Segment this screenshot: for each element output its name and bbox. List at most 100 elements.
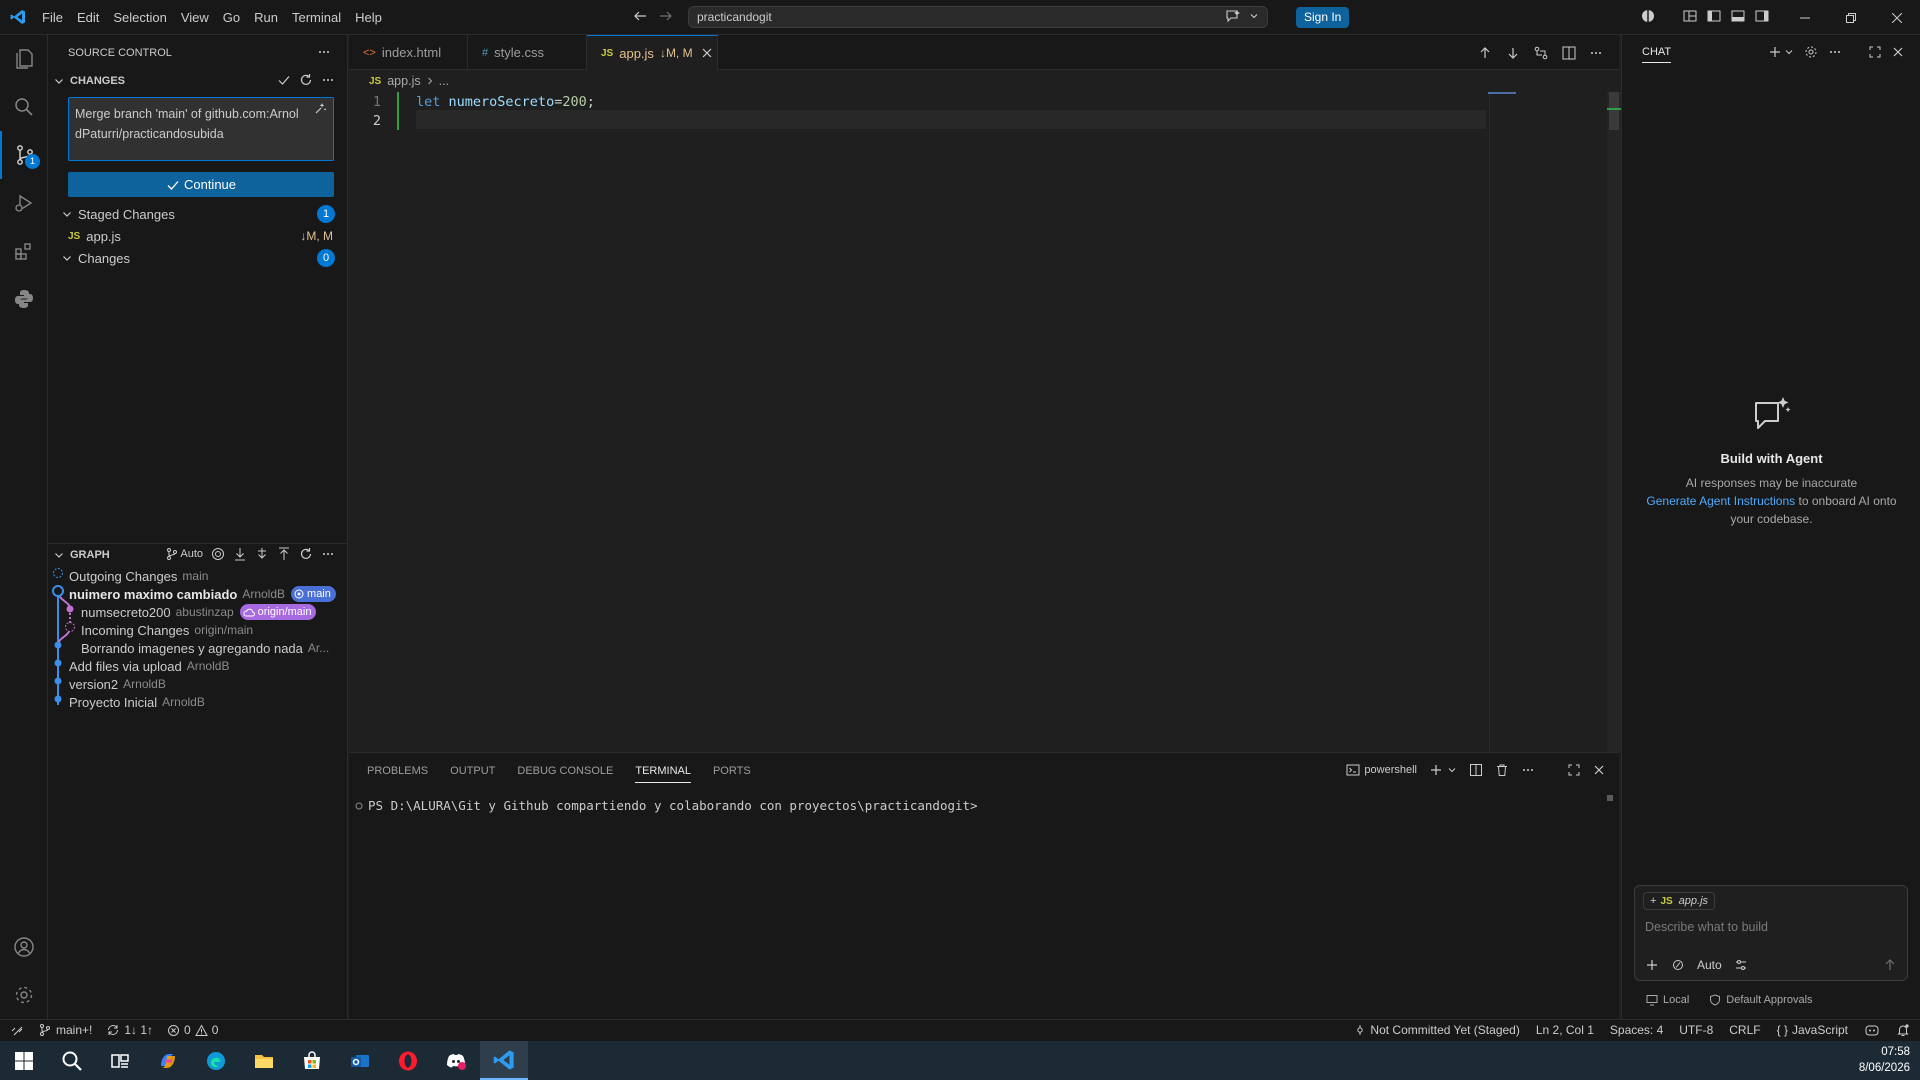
scrollbar-thumb[interactable] — [1609, 92, 1619, 130]
menu-view[interactable]: View — [174, 0, 216, 35]
sync-indicator[interactable]: 1↓ 1↑ — [106, 1023, 153, 1037]
restore-icon[interactable] — [1828, 0, 1874, 35]
copilot-app-icon[interactable] — [144, 1041, 192, 1080]
code-line[interactable]: 1 let numeroSecreto=200; — [349, 92, 1489, 111]
terminal-output[interactable]: PS D:\ALURA\Git y Github compartiendo y … — [355, 798, 978, 813]
menu-run[interactable]: Run — [247, 0, 285, 35]
fetch-icon[interactable] — [233, 547, 247, 561]
approvals-selector[interactable]: Default Approvals — [1709, 994, 1813, 1006]
vscode-taskbar-icon[interactable] — [480, 1041, 528, 1080]
copilot-status-icon[interactable] — [1864, 1023, 1880, 1037]
graph-branch-filter[interactable]: Auto — [166, 547, 203, 561]
menu-selection[interactable]: Selection — [106, 0, 173, 35]
python-icon[interactable] — [0, 275, 48, 323]
notifications-bell-icon[interactable] — [1896, 1023, 1910, 1037]
editor-scrollbar[interactable] — [1607, 92, 1621, 752]
refresh-icon[interactable] — [299, 547, 313, 561]
maximize-panel-icon[interactable] — [1567, 763, 1581, 777]
code-line[interactable]: 2 — [349, 111, 1489, 130]
chat-toggle-icon[interactable] — [1225, 9, 1241, 23]
forward-arrow-icon[interactable] — [658, 8, 674, 24]
toggle-primary-sidebar-icon[interactable] — [1706, 8, 1722, 24]
copilot-icon[interactable] — [1640, 8, 1656, 24]
chevron-down-icon[interactable] — [1784, 45, 1794, 59]
edge-browser-icon[interactable] — [192, 1041, 240, 1080]
tab-app-js[interactable]: JS app.js ↓M, M — [587, 35, 718, 70]
changes-section-header[interactable]: CHANGES — [48, 70, 347, 92]
commit-check-icon[interactable] — [277, 73, 291, 87]
minimize-icon[interactable] — [1782, 0, 1828, 35]
more-actions-icon[interactable] — [1521, 763, 1535, 777]
opera-browser-icon[interactable] — [384, 1041, 432, 1080]
more-actions-icon[interactable] — [321, 73, 335, 87]
more-actions-icon[interactable] — [317, 45, 331, 59]
tab-problems[interactable]: PROBLEMS — [367, 765, 428, 777]
sign-in-button[interactable]: Sign In — [1296, 7, 1350, 28]
chevron-down-icon[interactable] — [1249, 11, 1259, 21]
mode-selector[interactable]: Auto — [1697, 958, 1722, 972]
push-icon[interactable] — [277, 547, 291, 561]
previous-change-icon[interactable] — [1477, 45, 1493, 61]
task-view-icon[interactable] — [96, 1041, 144, 1080]
split-editor-icon[interactable] — [1561, 45, 1577, 61]
settings-gear-icon[interactable] — [0, 971, 48, 1019]
outlook-icon[interactable] — [336, 1041, 384, 1080]
chat-title[interactable]: CHAT — [1642, 46, 1672, 63]
account-icon[interactable] — [0, 923, 48, 971]
microsoft-store-icon[interactable] — [288, 1041, 336, 1080]
code-editor[interactable]: 1 let numeroSecreto=200; 2 — [349, 92, 1619, 752]
toggle-secondary-sidebar-icon[interactable] — [1754, 8, 1770, 24]
generate-commit-sparkle-icon[interactable] — [313, 102, 327, 116]
extensions-icon[interactable] — [0, 227, 48, 275]
more-actions-icon[interactable] — [1589, 45, 1603, 61]
tab-debug-console[interactable]: DEBUG CONSOLE — [517, 765, 613, 777]
staged-file-row[interactable]: JS app.js ↓M, M — [48, 225, 347, 247]
tab-index-html[interactable]: <> index.html — [349, 35, 468, 70]
close-panel-icon[interactable] — [1593, 764, 1605, 776]
tab-terminal[interactable]: TERMINAL — [635, 765, 691, 783]
commit-message-input[interactable]: Merge branch 'main' of github.com:Arnold… — [68, 97, 334, 161]
target-icon[interactable] — [211, 547, 225, 561]
command-center-search[interactable]: practicandogit — [688, 6, 1268, 28]
add-icon[interactable] — [1645, 958, 1659, 972]
generate-instructions-link[interactable]: Generate Agent Instructions — [1646, 494, 1795, 508]
split-terminal-icon[interactable] — [1469, 763, 1483, 777]
tab-output[interactable]: OUTPUT — [450, 765, 495, 777]
pull-icon[interactable] — [255, 547, 269, 561]
staged-changes-group[interactable]: Staged Changes 1 — [48, 203, 347, 225]
tab-ports[interactable]: PORTS — [713, 765, 751, 777]
more-actions-icon[interactable] — [321, 547, 335, 561]
local-session-selector[interactable]: Local — [1646, 994, 1689, 1006]
trash-icon[interactable] — [1495, 763, 1509, 777]
graph-section-header[interactable]: GRAPH Auto — [48, 543, 347, 565]
add-context-icon[interactable]: + — [1650, 895, 1656, 907]
indentation[interactable]: Spaces: 4 — [1610, 1023, 1663, 1037]
more-actions-icon[interactable] — [1828, 45, 1842, 59]
close-window-icon[interactable] — [1874, 0, 1920, 35]
source-control-icon[interactable]: 1 — [0, 131, 48, 179]
file-explorer-icon[interactable] — [240, 1041, 288, 1080]
menu-edit[interactable]: Edit — [70, 0, 106, 35]
branch-indicator[interactable]: main+! — [38, 1023, 92, 1037]
language-mode[interactable]: { } JavaScript — [1777, 1023, 1848, 1037]
back-arrow-icon[interactable] — [632, 8, 648, 24]
send-arrow-icon[interactable] — [1883, 958, 1897, 972]
breadcrumb-symbol[interactable]: ... — [439, 74, 449, 88]
toggle-panel-icon[interactable] — [1730, 8, 1746, 24]
menu-help[interactable]: Help — [348, 0, 389, 35]
close-chat-icon[interactable] — [1892, 45, 1904, 59]
git-blame-indicator[interactable]: Not Committed Yet (Staged) — [1354, 1023, 1520, 1037]
chat-input-field[interactable]: Describe what to build — [1645, 920, 1768, 934]
chevron-down-icon[interactable] — [1447, 765, 1457, 775]
next-change-icon[interactable] — [1505, 45, 1521, 61]
graph-row-commit[interactable]: Proyecto Inicial ArnoldB — [48, 691, 347, 713]
refresh-icon[interactable] — [299, 73, 313, 87]
end-of-line[interactable]: CRLF — [1729, 1023, 1760, 1037]
maximize-chat-icon[interactable] — [1868, 45, 1882, 59]
close-tab-icon[interactable] — [701, 47, 713, 59]
remote-indicator-icon[interactable] — [10, 1023, 24, 1037]
explorer-icon[interactable] — [0, 35, 48, 83]
search-icon[interactable] — [0, 83, 48, 131]
encoding[interactable]: UTF-8 — [1679, 1023, 1713, 1037]
open-changes-icon[interactable] — [1533, 45, 1549, 61]
